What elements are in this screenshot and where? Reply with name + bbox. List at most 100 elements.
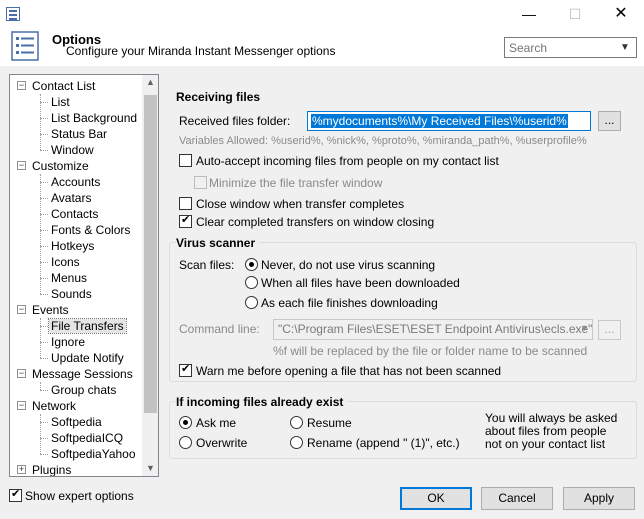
tree-item[interactable]: Menus bbox=[51, 270, 87, 286]
search-input[interactable] bbox=[504, 37, 637, 58]
command-line-label: Command line: bbox=[179, 322, 260, 336]
collapse-icon[interactable]: − bbox=[17, 369, 26, 378]
options-dialog-icon bbox=[11, 31, 39, 61]
scan-each-radio[interactable] bbox=[245, 296, 258, 309]
tree-item-label: Avatars bbox=[51, 191, 92, 205]
minimize-window-label: Minimize the file transfer window bbox=[209, 176, 383, 190]
tree-item[interactable]: Customize bbox=[32, 158, 89, 174]
tree-item-label: Icons bbox=[51, 255, 80, 269]
tree-item[interactable]: Group chats bbox=[51, 382, 116, 398]
overwrite-label[interactable]: Overwrite bbox=[196, 436, 247, 450]
collapse-icon[interactable]: − bbox=[17, 401, 26, 410]
collapse-icon[interactable]: − bbox=[17, 305, 26, 314]
expand-icon[interactable]: + bbox=[17, 465, 26, 474]
scan-all-radio[interactable] bbox=[245, 276, 258, 289]
resume-label[interactable]: Resume bbox=[307, 416, 352, 430]
ask-me-label[interactable]: Ask me bbox=[196, 416, 236, 430]
tree-item[interactable]: Hotkeys bbox=[51, 238, 94, 254]
tree-item-label: Fonts & Colors bbox=[51, 223, 131, 237]
cancel-button[interactable]: Cancel bbox=[481, 487, 553, 510]
collapse-icon[interactable]: − bbox=[17, 81, 26, 90]
warn-unscanned-label[interactable]: Warn me before opening a file that has n… bbox=[196, 364, 501, 378]
tree-connector bbox=[40, 198, 48, 199]
options-tree[interactable]: Contact List − List List Background Status B… bbox=[9, 74, 159, 477]
app-options-icon[interactable] bbox=[6, 7, 20, 21]
tree-connector bbox=[40, 182, 48, 183]
tree-item[interactable]: Network bbox=[32, 398, 76, 414]
tree-item[interactable]: Sounds bbox=[51, 286, 92, 302]
tree-item[interactable]: Softpedia bbox=[51, 414, 102, 430]
apply-button[interactable]: Apply bbox=[563, 487, 635, 510]
file-exists-note: You will always be asked about files fro… bbox=[485, 411, 618, 451]
tree-item[interactable]: List Background bbox=[51, 110, 137, 126]
command-line-combo: "C:\Program Files\ESET\ESET Endpoint Ant… bbox=[273, 319, 593, 340]
tree-item[interactable]: SoftpediaYahoo bbox=[51, 446, 136, 462]
minimize-button[interactable]: — bbox=[506, 0, 552, 30]
expert-options-label[interactable]: Show expert options bbox=[25, 489, 134, 503]
warn-unscanned-checkbox[interactable] bbox=[179, 362, 192, 377]
tree-item[interactable]: Contacts bbox=[51, 206, 98, 222]
tree-item[interactable]: Ignore bbox=[51, 334, 85, 350]
ok-button[interactable]: OK bbox=[400, 487, 472, 510]
tree-connector bbox=[40, 246, 48, 247]
tree-item[interactable]: List bbox=[51, 94, 70, 110]
command-hint: %f will be replaced by the file or folde… bbox=[273, 344, 588, 358]
rename-label[interactable]: Rename (append " (1)", etc.) bbox=[307, 436, 460, 450]
tree-connector bbox=[40, 294, 48, 295]
clear-completed-checkbox[interactable] bbox=[179, 213, 192, 228]
overwrite-radio[interactable] bbox=[179, 436, 192, 449]
command-line-value: "C:\Program Files\ESET\ESET Endpoint Ant… bbox=[278, 322, 593, 336]
tree-item[interactable]: Accounts bbox=[51, 174, 100, 190]
tree-item[interactable]: Message Sessions bbox=[32, 366, 133, 382]
collapse-icon[interactable]: − bbox=[17, 161, 26, 170]
received-folder-value: %mydocuments%\My Received Files\%userid% bbox=[311, 114, 568, 128]
scan-all-label[interactable]: When all files have been downloaded bbox=[261, 276, 460, 290]
minimize-window-checkbox bbox=[194, 176, 207, 189]
tree-connector bbox=[40, 150, 48, 151]
tree-connector bbox=[40, 262, 48, 263]
chevron-down-icon[interactable]: ▼ bbox=[620, 42, 630, 53]
ask-me-radio[interactable] bbox=[179, 416, 192, 429]
auto-accept-checkbox[interactable] bbox=[179, 154, 192, 167]
tree-item[interactable]: Plugins bbox=[32, 462, 72, 477]
scan-each-label[interactable]: As each file finishes downloading bbox=[261, 296, 438, 310]
scan-never-radio[interactable] bbox=[245, 258, 258, 271]
rename-radio[interactable] bbox=[290, 436, 303, 449]
tree-item-label: Softpedia bbox=[51, 415, 102, 429]
tree-item[interactable]: File Transfers bbox=[48, 318, 127, 334]
expert-options-checkbox[interactable] bbox=[9, 487, 22, 502]
auto-accept-label[interactable]: Auto-accept incoming files from people o… bbox=[196, 154, 499, 168]
tree-item[interactable]: SoftpediaICQ bbox=[51, 430, 123, 446]
tree-item[interactable]: Icons bbox=[51, 254, 80, 270]
scroll-down-icon[interactable]: ▼ bbox=[142, 463, 158, 473]
tree-item-label: Plugins bbox=[32, 463, 72, 477]
clear-completed-label[interactable]: Clear completed transfers on window clos… bbox=[196, 215, 434, 229]
tree-item[interactable]: Events bbox=[32, 302, 69, 318]
tree-item-label: SoftpediaICQ bbox=[51, 431, 124, 445]
tree-connector bbox=[40, 342, 48, 343]
close-window-label[interactable]: Close window when transfer completes bbox=[196, 197, 404, 211]
tree-item-label: Menus bbox=[51, 271, 88, 285]
tree-connector bbox=[40, 102, 48, 103]
tree-item[interactable]: Contact List bbox=[32, 78, 95, 94]
tree-item-label: Events bbox=[32, 303, 69, 317]
scroll-up-icon[interactable]: ▲ bbox=[142, 77, 158, 87]
tree-item[interactable]: Fonts & Colors bbox=[51, 222, 130, 238]
tree-item-label: Message Sessions bbox=[32, 367, 133, 381]
resume-radio[interactable] bbox=[290, 416, 303, 429]
tree-item[interactable]: Window bbox=[51, 142, 94, 158]
tree-item-label: Sounds bbox=[51, 287, 92, 301]
header: Options Configure your Miranda Instant M… bbox=[0, 30, 644, 66]
tree-scroll-thumb[interactable] bbox=[144, 95, 157, 413]
tree-item-label: Group chats bbox=[51, 383, 117, 397]
tree-item[interactable]: Avatars bbox=[51, 190, 91, 206]
scan-never-label[interactable]: Never, do not use virus scanning bbox=[261, 258, 435, 272]
chevron-down-icon: ▼ bbox=[580, 323, 589, 333]
browse-folder-button[interactable]: ... bbox=[598, 111, 621, 131]
close-window-checkbox[interactable] bbox=[179, 197, 192, 210]
tree-connector bbox=[40, 118, 48, 119]
received-folder-input[interactable]: %mydocuments%\My Received Files\%userid% bbox=[307, 111, 591, 131]
tree-item[interactable]: Status Bar bbox=[51, 126, 107, 142]
tree-item[interactable]: Update Notify bbox=[51, 350, 124, 366]
close-button[interactable]: ✕ bbox=[598, 0, 644, 30]
